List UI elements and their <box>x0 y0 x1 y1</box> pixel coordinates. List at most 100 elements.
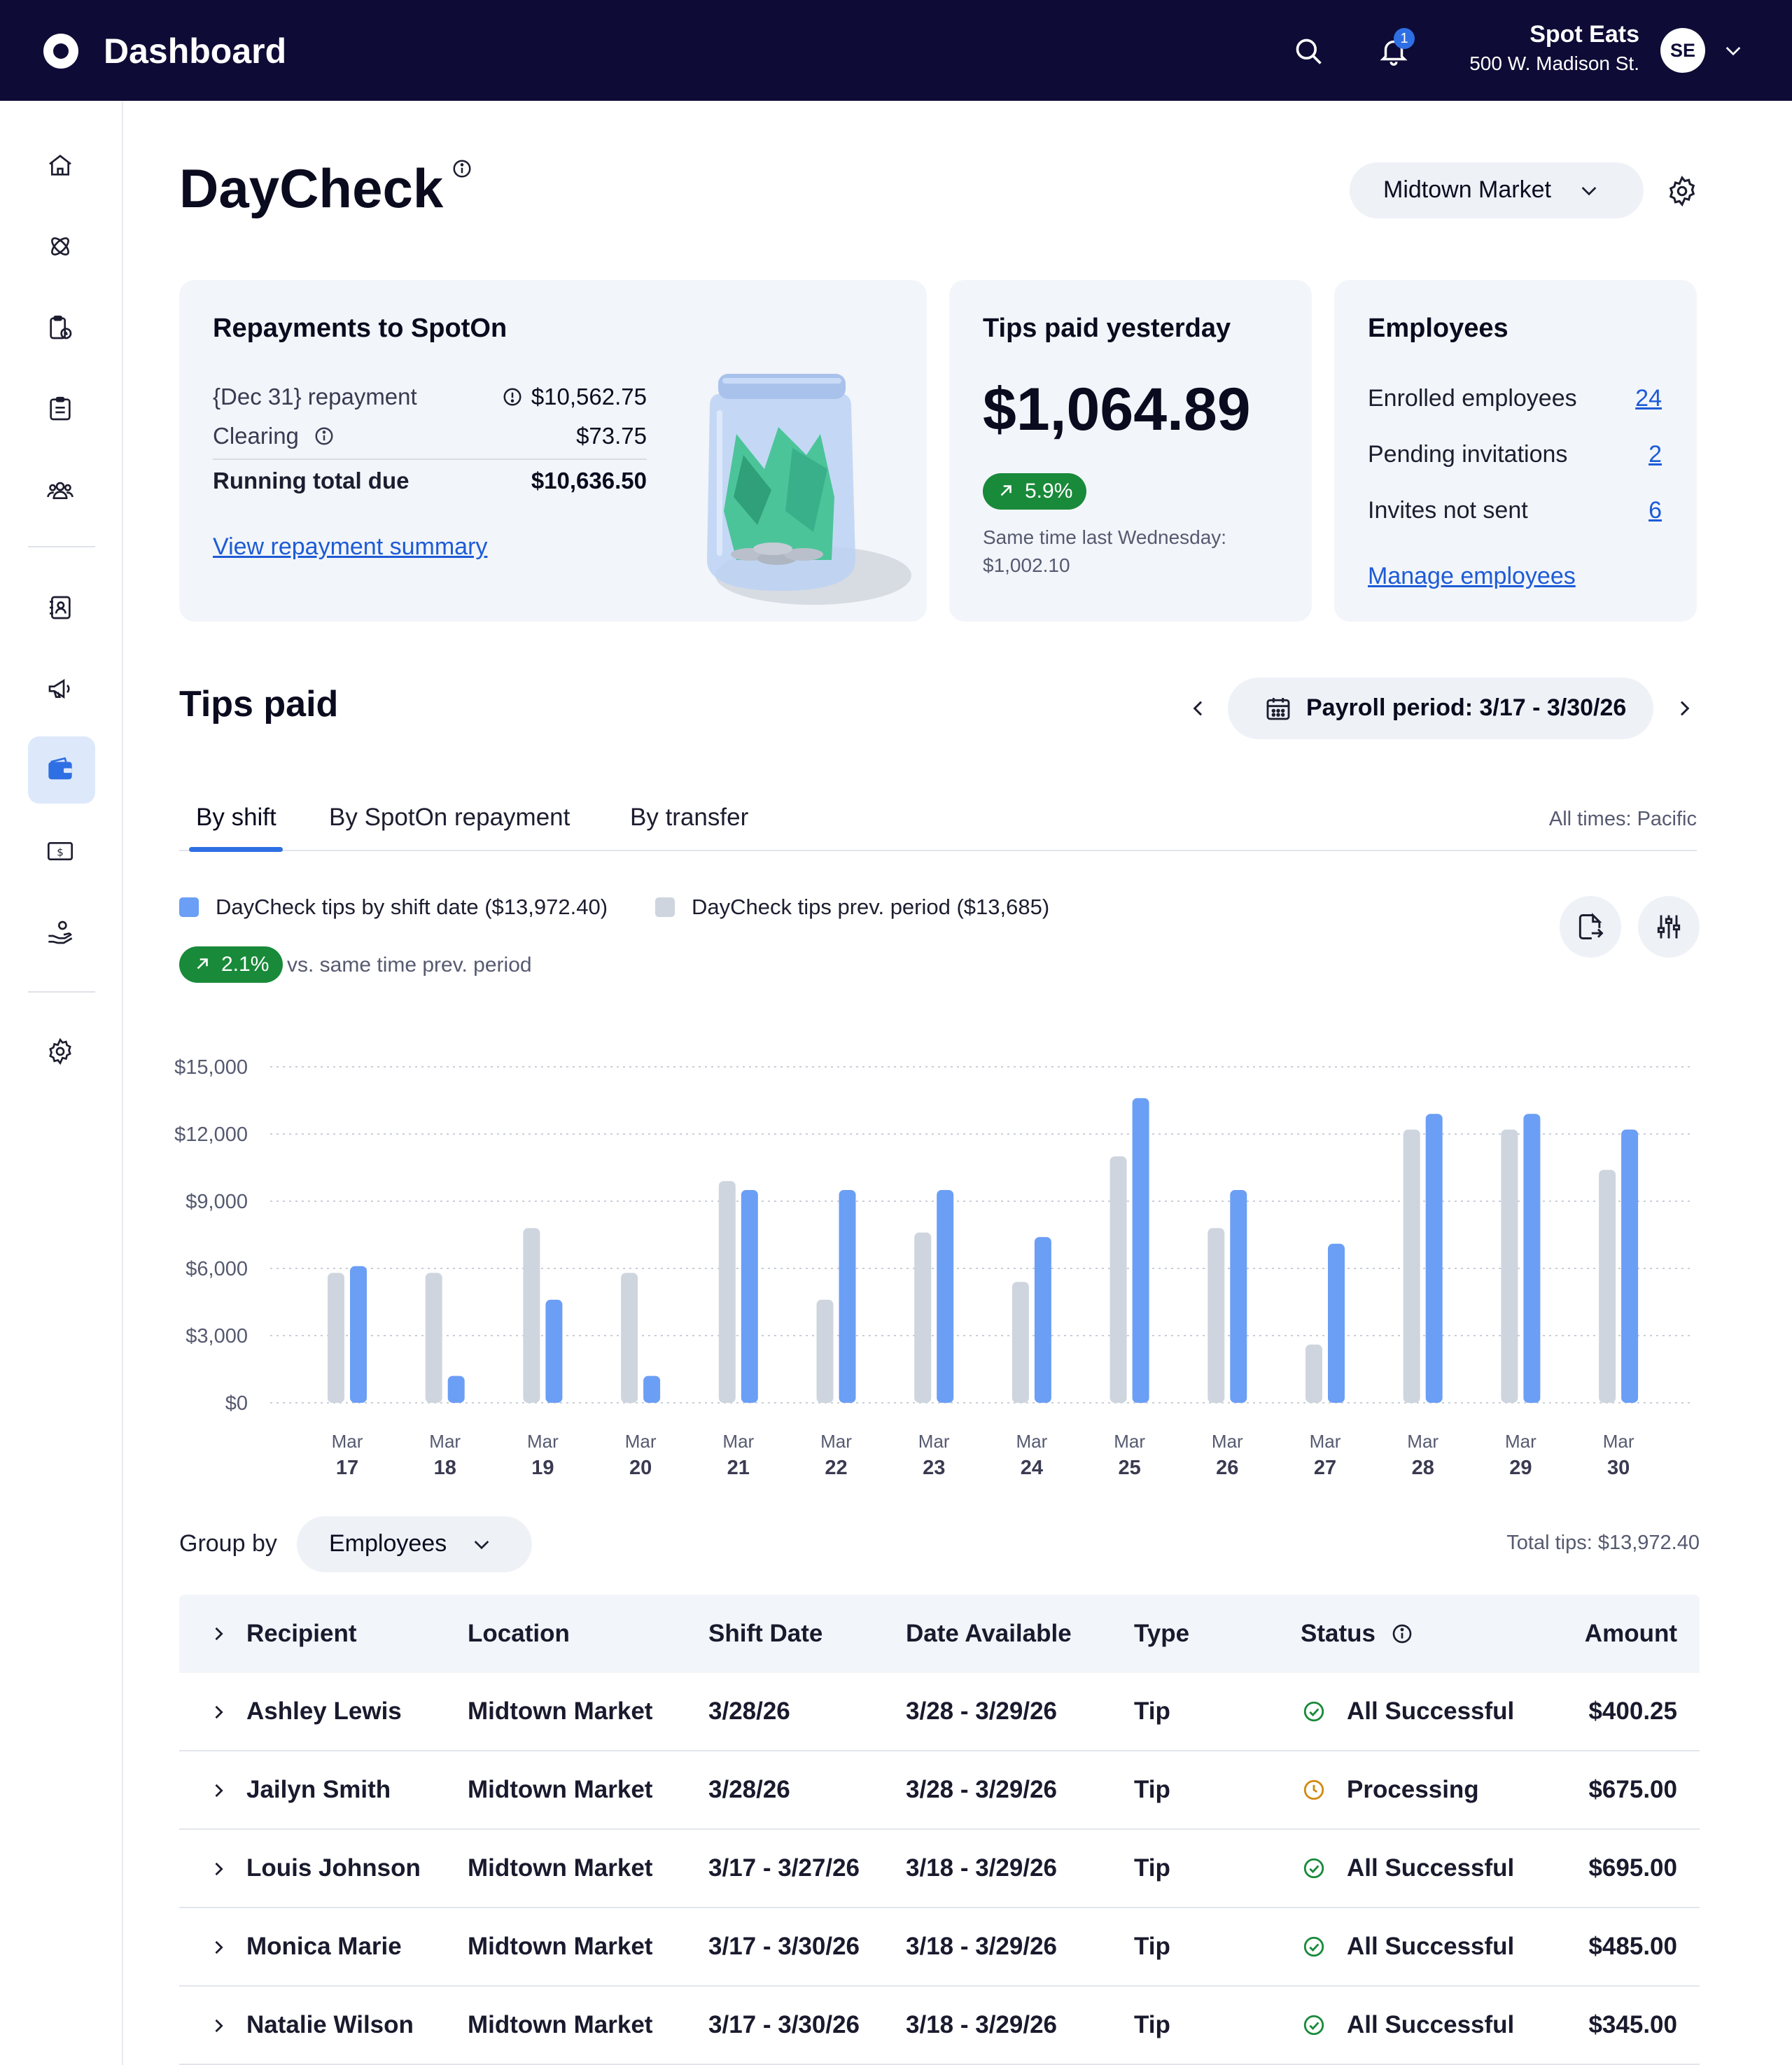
chevron-down-icon <box>1581 187 1597 196</box>
cell-status: All Successful <box>1302 1830 1514 1907</box>
cell-date-available: 3/18 - 3/29/26 <box>906 1854 1057 1882</box>
x-tick-month: Mar <box>722 1431 754 1452</box>
table-row[interactable]: Jailyn Smith Midtown Market 3/28/26 3/28 - … <box>179 1751 1700 1830</box>
chevron-down-icon[interactable] <box>1722 39 1744 62</box>
chevron-right-icon[interactable] <box>209 1624 228 1644</box>
table-row[interactable]: Louis Johnson Midtown Market 3/17 - 3/27/2… <box>179 1830 1700 1908</box>
invites-not-sent-row: Invites not sent 6 <box>1368 497 1662 524</box>
chevron-right-icon[interactable] <box>1673 697 1695 720</box>
table-row[interactable]: Monica Marie Midtown Market 3/17 - 3/30/26… <box>179 1908 1700 1987</box>
avatar[interactable]: SE <box>1660 28 1705 73</box>
info-icon[interactable] <box>1391 1623 1413 1645</box>
emp-row-value[interactable]: 2 <box>1648 441 1662 468</box>
cell-recipient: Louis Johnson <box>246 1854 421 1882</box>
megaphone-icon[interactable] <box>43 672 77 706</box>
divider <box>213 458 647 460</box>
cell-date-available: 3/18 - 3/29/26 <box>906 2011 1057 2038</box>
bar-current <box>545 1299 563 1403</box>
tab-by-spoton-repayment[interactable]: By SpotOn repayment <box>329 804 570 832</box>
cell-location: Midtown Market <box>468 1776 653 1803</box>
chevron-right-icon[interactable] <box>209 1702 228 1722</box>
check-circle-icon <box>1303 1936 1324 1957</box>
info-icon[interactable] <box>314 426 335 447</box>
header-amount[interactable]: Amount <box>1585 1595 1677 1673</box>
bar-previous <box>621 1273 638 1403</box>
x-tick-day: 29 <box>1509 1457 1532 1479</box>
table-row[interactable]: Ashley Lewis Midtown Market 3/28/26 3/28 - … <box>179 1673 1700 1751</box>
timezone-note: All times: Pacific <box>1548 808 1697 830</box>
cell-status: All Successful <box>1302 1987 1514 2064</box>
change-value: 5.9% <box>1025 479 1073 503</box>
bar-previous <box>914 1232 932 1403</box>
arrow-up-right-icon <box>1000 485 1011 496</box>
chevron-right-icon[interactable] <box>209 2016 228 2036</box>
contacts-icon[interactable] <box>43 591 77 624</box>
header-date-available[interactable]: Date Available <box>906 1595 1072 1673</box>
emp-row-label: Pending invitations <box>1368 441 1568 468</box>
search-icon[interactable] <box>1294 36 1324 67</box>
chevron-right-icon[interactable] <box>209 1859 228 1879</box>
chevron-left-icon[interactable] <box>1187 697 1210 720</box>
wallet-icon[interactable] <box>43 753 77 787</box>
settings-icon[interactable] <box>43 1035 77 1068</box>
emp-row-value[interactable]: 24 <box>1635 385 1662 412</box>
x-tick-month: Mar <box>1114 1431 1145 1452</box>
cash-icon[interactable]: $ <box>43 834 77 868</box>
home-icon[interactable] <box>43 148 77 182</box>
chevron-right-icon[interactable] <box>209 1938 228 1957</box>
cell-recipient: Ashley Lewis <box>246 1698 402 1725</box>
header-type[interactable]: Type <box>1134 1595 1189 1673</box>
x-tick-month: Mar <box>332 1431 363 1452</box>
group-by-select[interactable]: Employees <box>297 1516 532 1572</box>
legend-current[interactable]: DayCheck tips by shift date ($13,972.40) <box>216 895 608 920</box>
arrow-up-right-icon <box>197 958 208 969</box>
header-location[interactable]: Location <box>468 1595 570 1673</box>
export-button[interactable] <box>1560 896 1621 958</box>
chevron-right-icon[interactable] <box>209 1781 228 1800</box>
header-shift-date[interactable]: Shift Date <box>708 1595 822 1673</box>
cell-date-available: 3/18 - 3/29/26 <box>906 1933 1057 1960</box>
clearing-row: Clearing $73.75 <box>213 423 647 449</box>
legend-previous[interactable]: DayCheck tips prev. period ($13,685) <box>692 895 1049 920</box>
clearing-value: $73.75 <box>576 423 647 449</box>
header-status[interactable]: Status <box>1301 1595 1413 1673</box>
header-recipient[interactable]: Recipient <box>246 1595 357 1673</box>
tab-by-shift[interactable]: By shift <box>196 804 276 832</box>
bar-previous <box>523 1228 540 1403</box>
logo[interactable] <box>43 34 78 69</box>
team-icon[interactable] <box>43 473 77 507</box>
check-circle-icon <box>1303 1701 1324 1722</box>
period-change-badge: 2.1% <box>179 946 284 983</box>
cell-date-available: 3/28 - 3/29/26 <box>906 1698 1057 1725</box>
view-repayment-summary-link[interactable]: View repayment summary <box>213 533 487 561</box>
payroll-period-selector[interactable]: Payroll period: 3/17 - 3/30/26 <box>1228 678 1653 739</box>
repayments-card: Repayments to SpotOn {Dec 31} repayment … <box>179 280 927 622</box>
emp-row-value[interactable]: 6 <box>1648 497 1662 524</box>
cell-type: Tip <box>1134 2011 1170 2038</box>
settings-icon[interactable] <box>1666 175 1698 207</box>
info-icon[interactable] <box>451 158 472 179</box>
x-tick-day: 28 <box>1412 1457 1434 1479</box>
tab-by-transfer[interactable]: By transfer <box>630 804 748 832</box>
bar-current <box>447 1376 465 1403</box>
repayments-title: Repayments to SpotOn <box>213 314 507 343</box>
alert-circle-icon[interactable] <box>502 386 523 407</box>
svg-text:$: $ <box>57 846 64 859</box>
integrations-icon[interactable] <box>43 230 77 263</box>
report-icon[interactable] <box>43 392 77 426</box>
bar-current <box>937 1190 954 1403</box>
x-tick-day: 19 <box>531 1457 554 1479</box>
calendar-icon <box>1266 698 1290 720</box>
table-row[interactable]: Natalie Wilson Midtown Market 3/17 - 3/30/… <box>179 1987 1700 2065</box>
bar-previous <box>1306 1344 1322 1403</box>
hand-user-icon[interactable] <box>43 916 77 949</box>
x-tick-month: Mar <box>1407 1431 1438 1452</box>
clipboard-clock-icon[interactable] <box>43 311 77 344</box>
filter-button[interactable] <box>1638 896 1700 958</box>
cell-shift-date: 3/17 - 3/27/26 <box>708 1854 860 1882</box>
org-info[interactable]: Spot Eats 500 W. Madison St. <box>1469 21 1639 75</box>
cell-amount: $400.25 <box>1588 1698 1677 1725</box>
cell-amount: $675.00 <box>1588 1776 1677 1803</box>
location-select[interactable]: Midtown Market <box>1350 162 1644 218</box>
manage-employees-link[interactable]: Manage employees <box>1368 563 1576 590</box>
